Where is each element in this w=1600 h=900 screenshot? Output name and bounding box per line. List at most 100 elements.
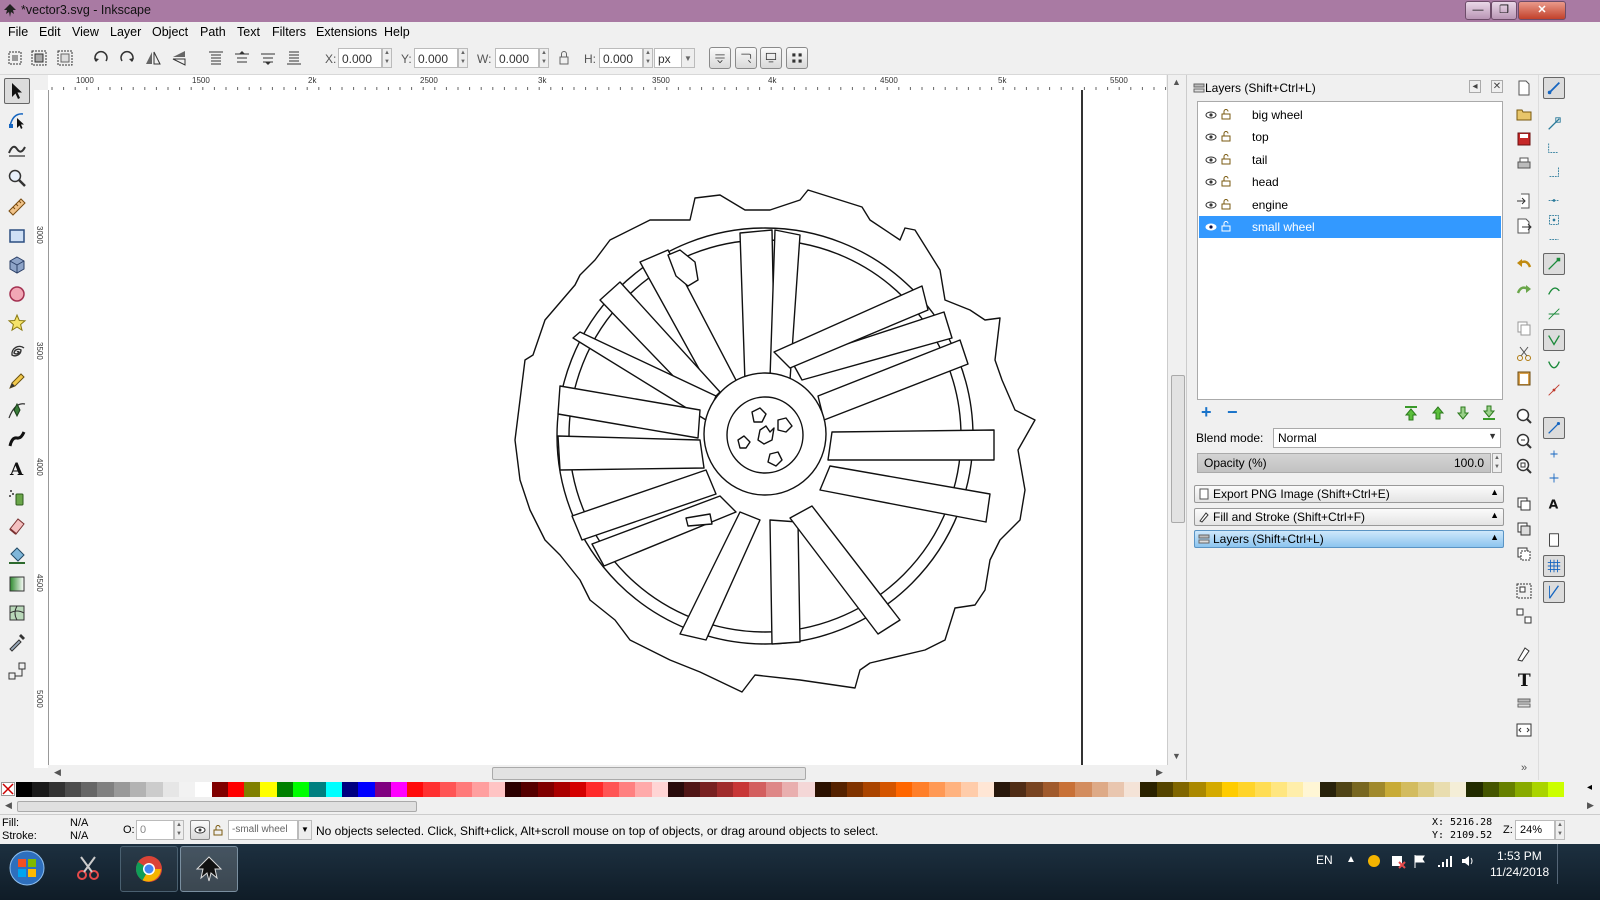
layer-to-bottom-icon[interactable] [1481,405,1497,421]
color-swatch[interactable] [358,782,375,797]
color-swatch[interactable] [1515,782,1532,797]
h-spinner[interactable]: ▲ ▼ [643,48,653,68]
color-swatch[interactable] [1531,782,1548,797]
clock-time[interactable]: 1:53 PM [1497,849,1542,863]
show-desktop-button[interactable] [1557,844,1568,884]
snap-bbox-edge2-icon[interactable] [1543,233,1565,255]
color-swatch[interactable] [618,782,636,797]
color-swatch[interactable] [1450,782,1467,797]
tab-layers[interactable]: Layers (Shift+Ctrl+L) ▲ [1194,530,1504,548]
snap-bbox-corner-icon[interactable] [1543,161,1565,183]
text-font-dialog-icon[interactable]: T [1513,668,1535,690]
tray-action-center-icon[interactable] [1390,853,1406,869]
fill-stroke-dialog-icon[interactable] [1513,643,1535,665]
menu-extensions[interactable]: Extensions [316,25,377,39]
color-swatch[interactable] [602,782,619,797]
menu-layer[interactable]: Layer [110,25,141,39]
vertical-ruler[interactable]: 3000 3500 4000 4500 5000 [34,90,49,768]
minimize-button[interactable]: — [1465,1,1491,20]
color-swatch[interactable] [178,782,196,797]
visibility-eye-icon[interactable] [1205,221,1217,233]
color-swatch[interactable] [879,782,897,797]
color-swatch[interactable] [1287,782,1304,797]
horizontal-scroll-thumb[interactable] [492,767,806,780]
vertical-scroll-thumb[interactable] [1171,375,1185,523]
color-swatch[interactable] [765,782,782,797]
transform-gradients-button[interactable] [760,47,782,69]
raise-icon[interactable] [231,47,253,69]
unlocked-icon[interactable] [1221,220,1231,232]
color-swatch[interactable] [341,782,359,797]
color-swatch[interactable] [1270,782,1288,797]
color-swatch[interactable] [1482,782,1500,797]
spray-tool-icon[interactable] [4,484,30,510]
snap-bbox-midpoint-icon[interactable] [1543,185,1565,207]
opacity-field-spinner[interactable]: ▲ ▼ [174,820,184,840]
scroll-right-icon[interactable]: ▶ [1587,800,1594,811]
color-swatch[interactable] [1189,782,1206,797]
redo-icon[interactable] [1513,279,1535,301]
taskbar-snipping-tool[interactable] [62,846,114,890]
tweak-tool-icon[interactable] [4,136,30,162]
color-swatch[interactable] [537,782,554,797]
color-swatch[interactable] [1156,782,1174,797]
chevron-down-icon[interactable]: ▼ [298,820,312,840]
color-swatch[interactable] [504,782,522,797]
calligraphy-tool-icon[interactable] [4,426,30,452]
color-swatch[interactable] [1433,782,1451,797]
color-swatch[interactable] [1205,782,1222,797]
x-field[interactable]: 0.000 [338,48,382,68]
color-swatch[interactable] [521,782,538,797]
snap-line-midpoints-icon[interactable] [1543,379,1565,401]
start-button[interactable] [4,846,50,890]
ungroup-icon[interactable] [1513,605,1535,627]
close-button[interactable]: ✕ [1518,1,1566,20]
layer-raise-icon[interactable] [1430,405,1446,421]
snap-others-icon[interactable] [1543,417,1565,439]
layer-row[interactable]: engine [1199,194,1501,216]
color-swatch[interactable] [1303,782,1320,797]
visibility-eye-icon[interactable] [1205,176,1217,188]
duplicate-icon[interactable] [1513,493,1535,515]
menu-help[interactable]: Help [384,25,410,39]
color-swatch[interactable] [309,782,326,797]
color-swatch[interactable] [146,782,163,797]
ellipse-tool-icon[interactable] [4,281,30,307]
color-swatch[interactable] [472,782,489,797]
snap-enable-icon[interactable] [1543,77,1565,99]
unit-select[interactable]: px [654,48,682,68]
color-swatch[interactable] [1417,782,1434,797]
no-paint-swatch[interactable] [1,782,15,796]
menu-edit[interactable]: Edit [39,25,61,39]
color-swatch[interactable] [1042,782,1059,797]
paint-bucket-tool-icon[interactable] [4,542,30,568]
color-swatch[interactable] [1140,782,1157,797]
add-layer-icon[interactable]: + [1201,403,1217,421]
color-swatch[interactable] [977,782,994,797]
flip-horizontal-icon[interactable] [142,47,164,69]
scroll-right-icon[interactable]: ▶ [1156,767,1163,778]
color-swatch[interactable] [32,782,49,797]
color-swatch[interactable] [1401,782,1418,797]
menu-object[interactable]: Object [152,25,188,39]
snap-bbox-icon[interactable] [1543,113,1565,135]
zoom-drawing-icon[interactable] [1513,430,1535,452]
deselect-icon[interactable] [54,47,76,69]
color-swatch[interactable] [1499,782,1516,797]
snap-nodes-icon[interactable] [1543,253,1565,275]
visibility-eye-icon[interactable] [1205,131,1217,143]
star-tool-icon[interactable] [4,310,30,336]
3d-box-tool-icon[interactable] [4,252,30,278]
opacity-spinner[interactable]: ▲ ▼ [1492,453,1502,473]
color-swatch[interactable] [961,782,978,797]
y-spinner[interactable]: ▲ ▼ [458,48,468,68]
snap-paths-icon[interactable] [1543,279,1565,301]
unlocked-icon[interactable] [1221,153,1231,165]
unlocked-icon[interactable] [1221,108,1231,120]
save-icon[interactable] [1513,128,1535,150]
menu-view[interactable]: View [72,25,99,39]
select-all-icon[interactable] [4,47,26,69]
lower-icon[interactable] [257,47,279,69]
clone-icon[interactable] [1513,518,1535,540]
zoom-field[interactable]: 24% [1515,820,1555,840]
